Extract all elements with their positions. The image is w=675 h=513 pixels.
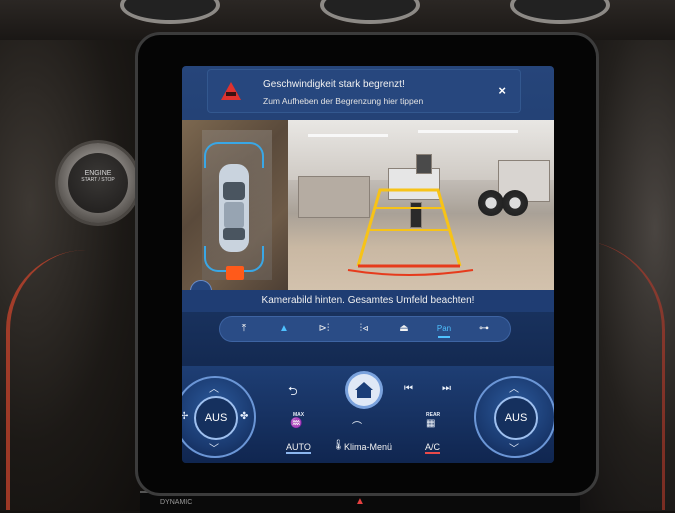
ac-button[interactable]: A/C	[425, 442, 441, 454]
side-left-camera-icon[interactable]: ⊳⫶	[306, 317, 342, 341]
fan-low-icon[interactable]: ✢	[182, 411, 188, 422]
hazard-icon[interactable]: ▲	[355, 496, 365, 507]
rear-defrost-icon[interactable]: ▦	[426, 418, 435, 429]
front-camera-icon[interactable]: ⤒	[226, 317, 262, 341]
notification-title: Geschwindigkeit stark begrenzt!	[263, 79, 405, 90]
auto-climate-button[interactable]: AUTO	[286, 442, 311, 454]
rear-obstacle-marker	[226, 266, 244, 280]
fan-high-icon[interactable]: ✤	[240, 411, 248, 422]
chevron-up-icon[interactable]: ︿	[209, 380, 219, 395]
camera-mode-bar: ⤒ ▲ ⊳⫶ ⫶⊲ ⏏ Pan ⊶	[220, 317, 510, 341]
air-vent-center	[320, 0, 420, 24]
ambient-light-left	[6, 250, 160, 510]
back-icon[interactable]: ⮌	[288, 382, 298, 403]
pan-mode-button[interactable]: Pan	[426, 317, 462, 341]
surround-top-view	[182, 120, 288, 290]
home-button[interactable]	[348, 374, 380, 406]
car-top-view-icon	[219, 164, 249, 252]
notification-subtitle: Zum Aufheben der Begrenzung hier tippen	[263, 96, 424, 106]
right-temperature-dial[interactable]: ︿ ﹀ AUS	[474, 376, 554, 458]
klima-menu-button[interactable]: Klima-Menü	[344, 442, 392, 452]
trailer-view-icon[interactable]: ⊶	[466, 317, 502, 341]
dashboard-top	[0, 0, 675, 40]
chevron-down-icon[interactable]: ﹀	[209, 440, 219, 455]
dynamic-select-label: DYNAMIC	[160, 499, 193, 506]
thermometer-icon: 🌡	[332, 440, 345, 451]
car-airflow-icon[interactable]: ⌒	[352, 418, 362, 433]
close-icon[interactable]: ×	[498, 83, 506, 98]
parking-guide-lines	[347, 188, 474, 276]
air-vent-right	[510, 0, 610, 24]
left-dial-aus-button[interactable]: AUS	[194, 396, 238, 440]
driver-view-icon[interactable]: ▲	[266, 317, 302, 341]
home-icon	[355, 382, 373, 398]
chevron-down-icon[interactable]: ﹀	[509, 440, 519, 455]
engine-button-label: ENGINE	[84, 170, 112, 177]
max-defrost-icon[interactable]: ♒	[290, 418, 302, 429]
camera-warning-banner: Kamerabild hinten. Gesamtes Umfeld beach…	[182, 290, 554, 312]
engine-start-stop-button[interactable]: ENGINE START / STOP	[58, 143, 138, 223]
rear-camera-view	[288, 120, 554, 290]
engine-button-face: ENGINE START / STOP	[68, 153, 128, 213]
chevron-up-icon[interactable]: ︿	[509, 380, 519, 395]
previous-track-icon[interactable]: ⏮	[404, 383, 413, 394]
hardware-switch-strip: DYNAMIC ▲	[140, 491, 580, 513]
engine-button-sublabel: START / STOP	[81, 177, 115, 183]
car-top-view-icon[interactable]: ⏏	[386, 317, 422, 341]
right-dial-aus-button[interactable]: AUS	[494, 396, 538, 440]
air-vent-left	[120, 0, 220, 24]
side-right-camera-icon[interactable]: ⫶⊲	[346, 317, 382, 341]
next-track-icon[interactable]: ⏭	[442, 383, 451, 394]
speed-limit-notification[interactable]: Geschwindigkeit stark begrenzt! Zum Aufh…	[208, 70, 520, 112]
speed-limit-warning-icon	[221, 82, 241, 100]
central-display: Geschwindigkeit stark begrenzt! Zum Aufh…	[182, 66, 554, 463]
